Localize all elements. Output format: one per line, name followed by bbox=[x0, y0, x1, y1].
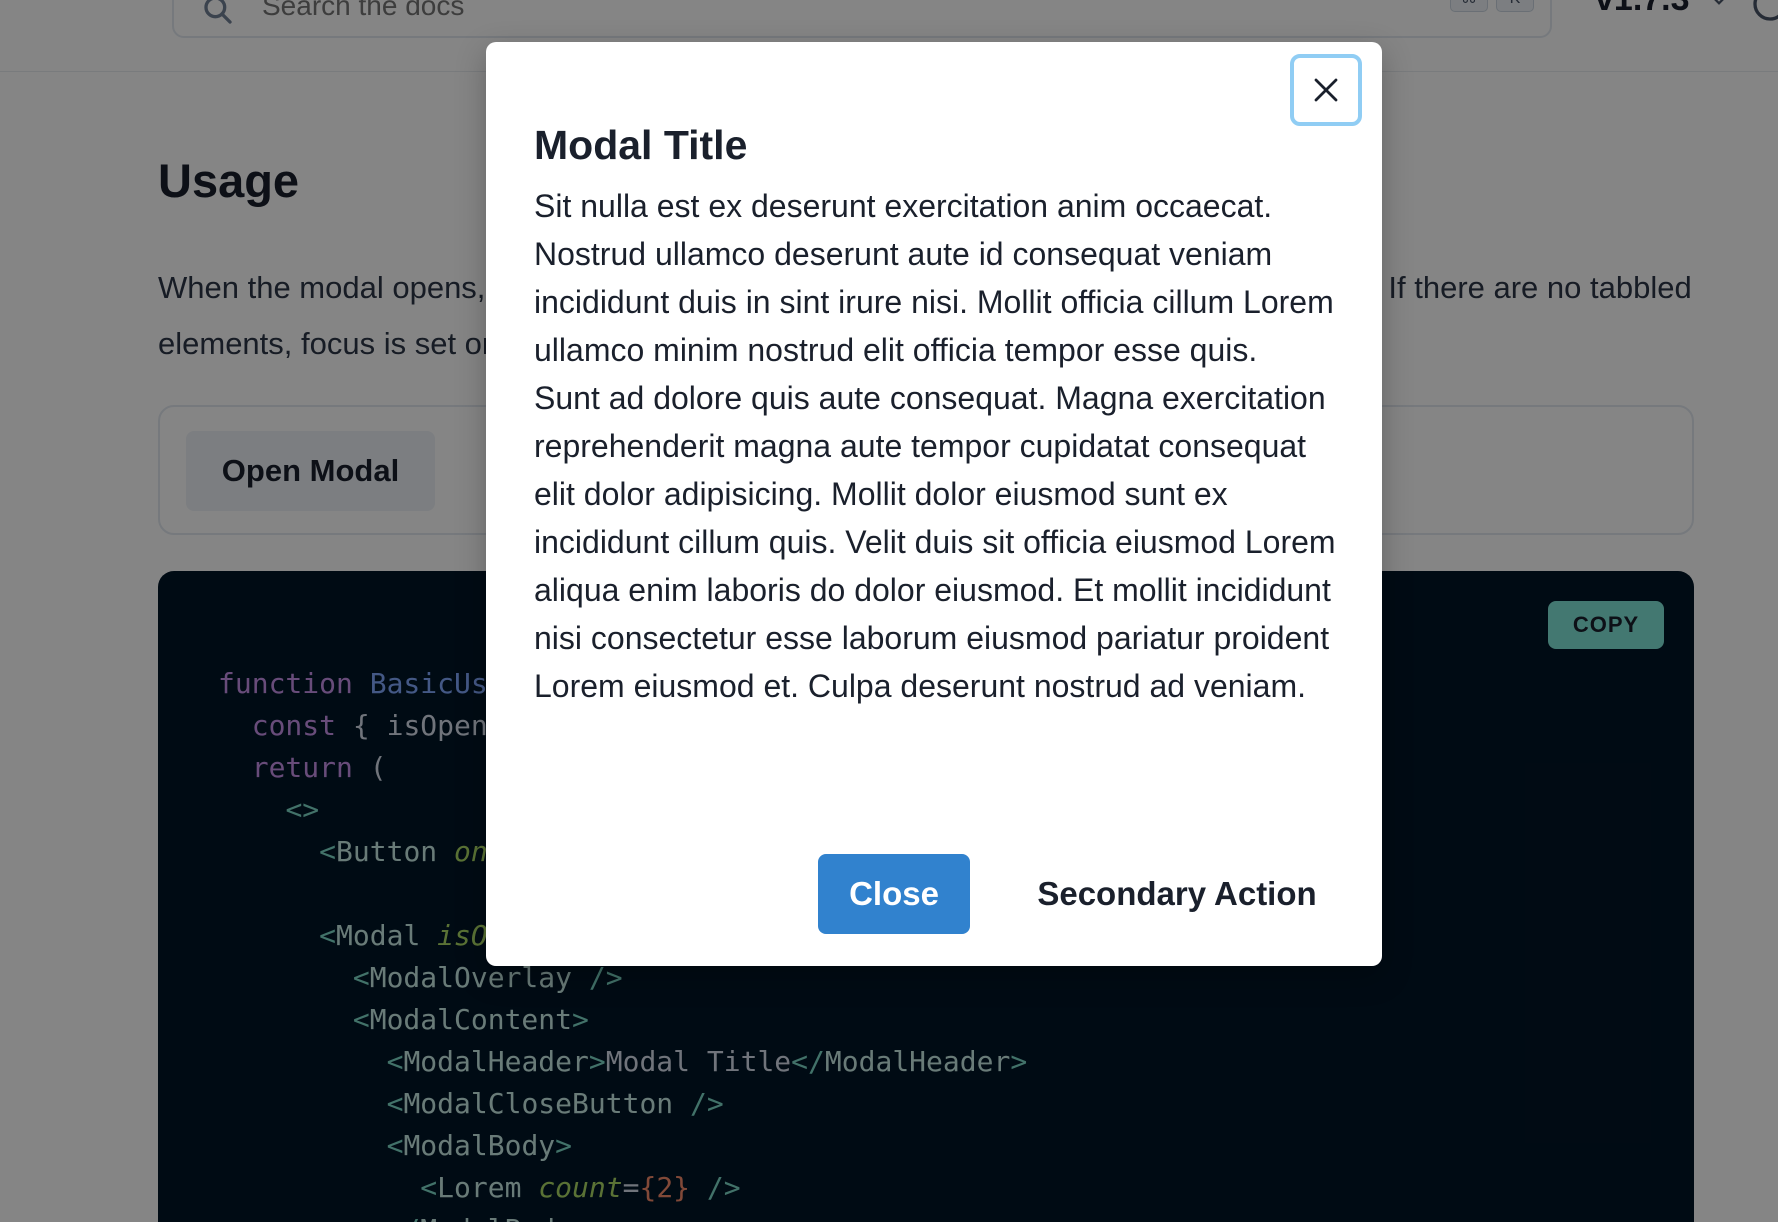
modal-close-button[interactable] bbox=[1290, 54, 1362, 126]
modal-paragraph: Sunt ad dolore quis aute consequat. Magn… bbox=[534, 380, 1336, 704]
modal-body: Sit nulla est ex deserunt exercitation a… bbox=[534, 182, 1344, 710]
modal-dialog: Modal Title Sit nulla est ex deserunt ex… bbox=[486, 42, 1382, 966]
secondary-action-button[interactable]: Secondary Action bbox=[994, 854, 1360, 934]
close-icon bbox=[1314, 78, 1338, 102]
modal-title: Modal Title bbox=[534, 122, 748, 168]
modal-paragraph: Sit nulla est ex deserunt exercitation a… bbox=[534, 188, 1334, 368]
close-button[interactable]: Close bbox=[818, 854, 970, 934]
